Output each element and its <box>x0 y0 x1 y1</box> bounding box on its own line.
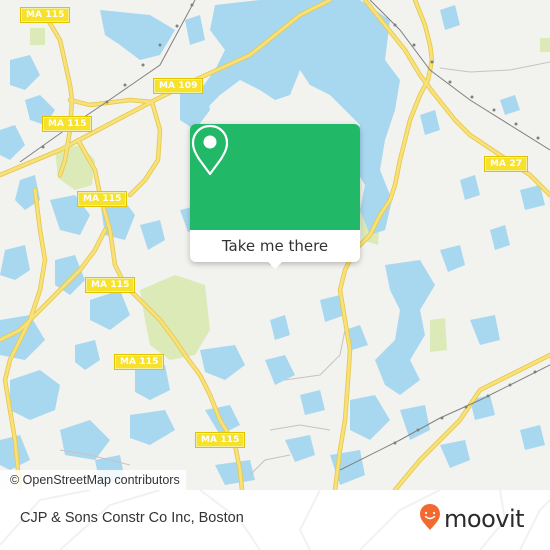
road-label-ma115: MA 115 <box>194 432 246 448</box>
brand-name: moovit <box>444 505 525 533</box>
popup-header <box>190 124 360 230</box>
location-popup: Take me there <box>190 124 360 269</box>
map-attribution[interactable]: © OpenStreetMap contributors <box>0 470 186 490</box>
road-label-ma115: MA 115 <box>113 354 165 370</box>
road-label-ma115: MA 115 <box>19 7 71 23</box>
road-label-ma109: MA 109 <box>152 78 204 94</box>
take-me-there-button[interactable]: Take me there <box>190 230 360 262</box>
moovit-logo[interactable]: moovit <box>419 502 525 536</box>
road-label-ma115: MA 115 <box>41 116 93 132</box>
place-name: CJP & Sons Constr Co Inc, Boston <box>20 510 244 526</box>
moovit-pin-icon <box>419 503 441 535</box>
road-label-ma115: MA 115 <box>76 191 128 207</box>
road-label-ma115: MA 115 <box>84 277 136 293</box>
footer: CJP & Sons Constr Co Inc, Boston moovit <box>0 490 550 550</box>
popup-tail <box>266 260 284 269</box>
map[interactable]: MA 115 MA 109 MA 115 MA 115 MA 27 MA 115… <box>0 0 550 490</box>
road-label-ma27: MA 27 <box>483 156 529 172</box>
